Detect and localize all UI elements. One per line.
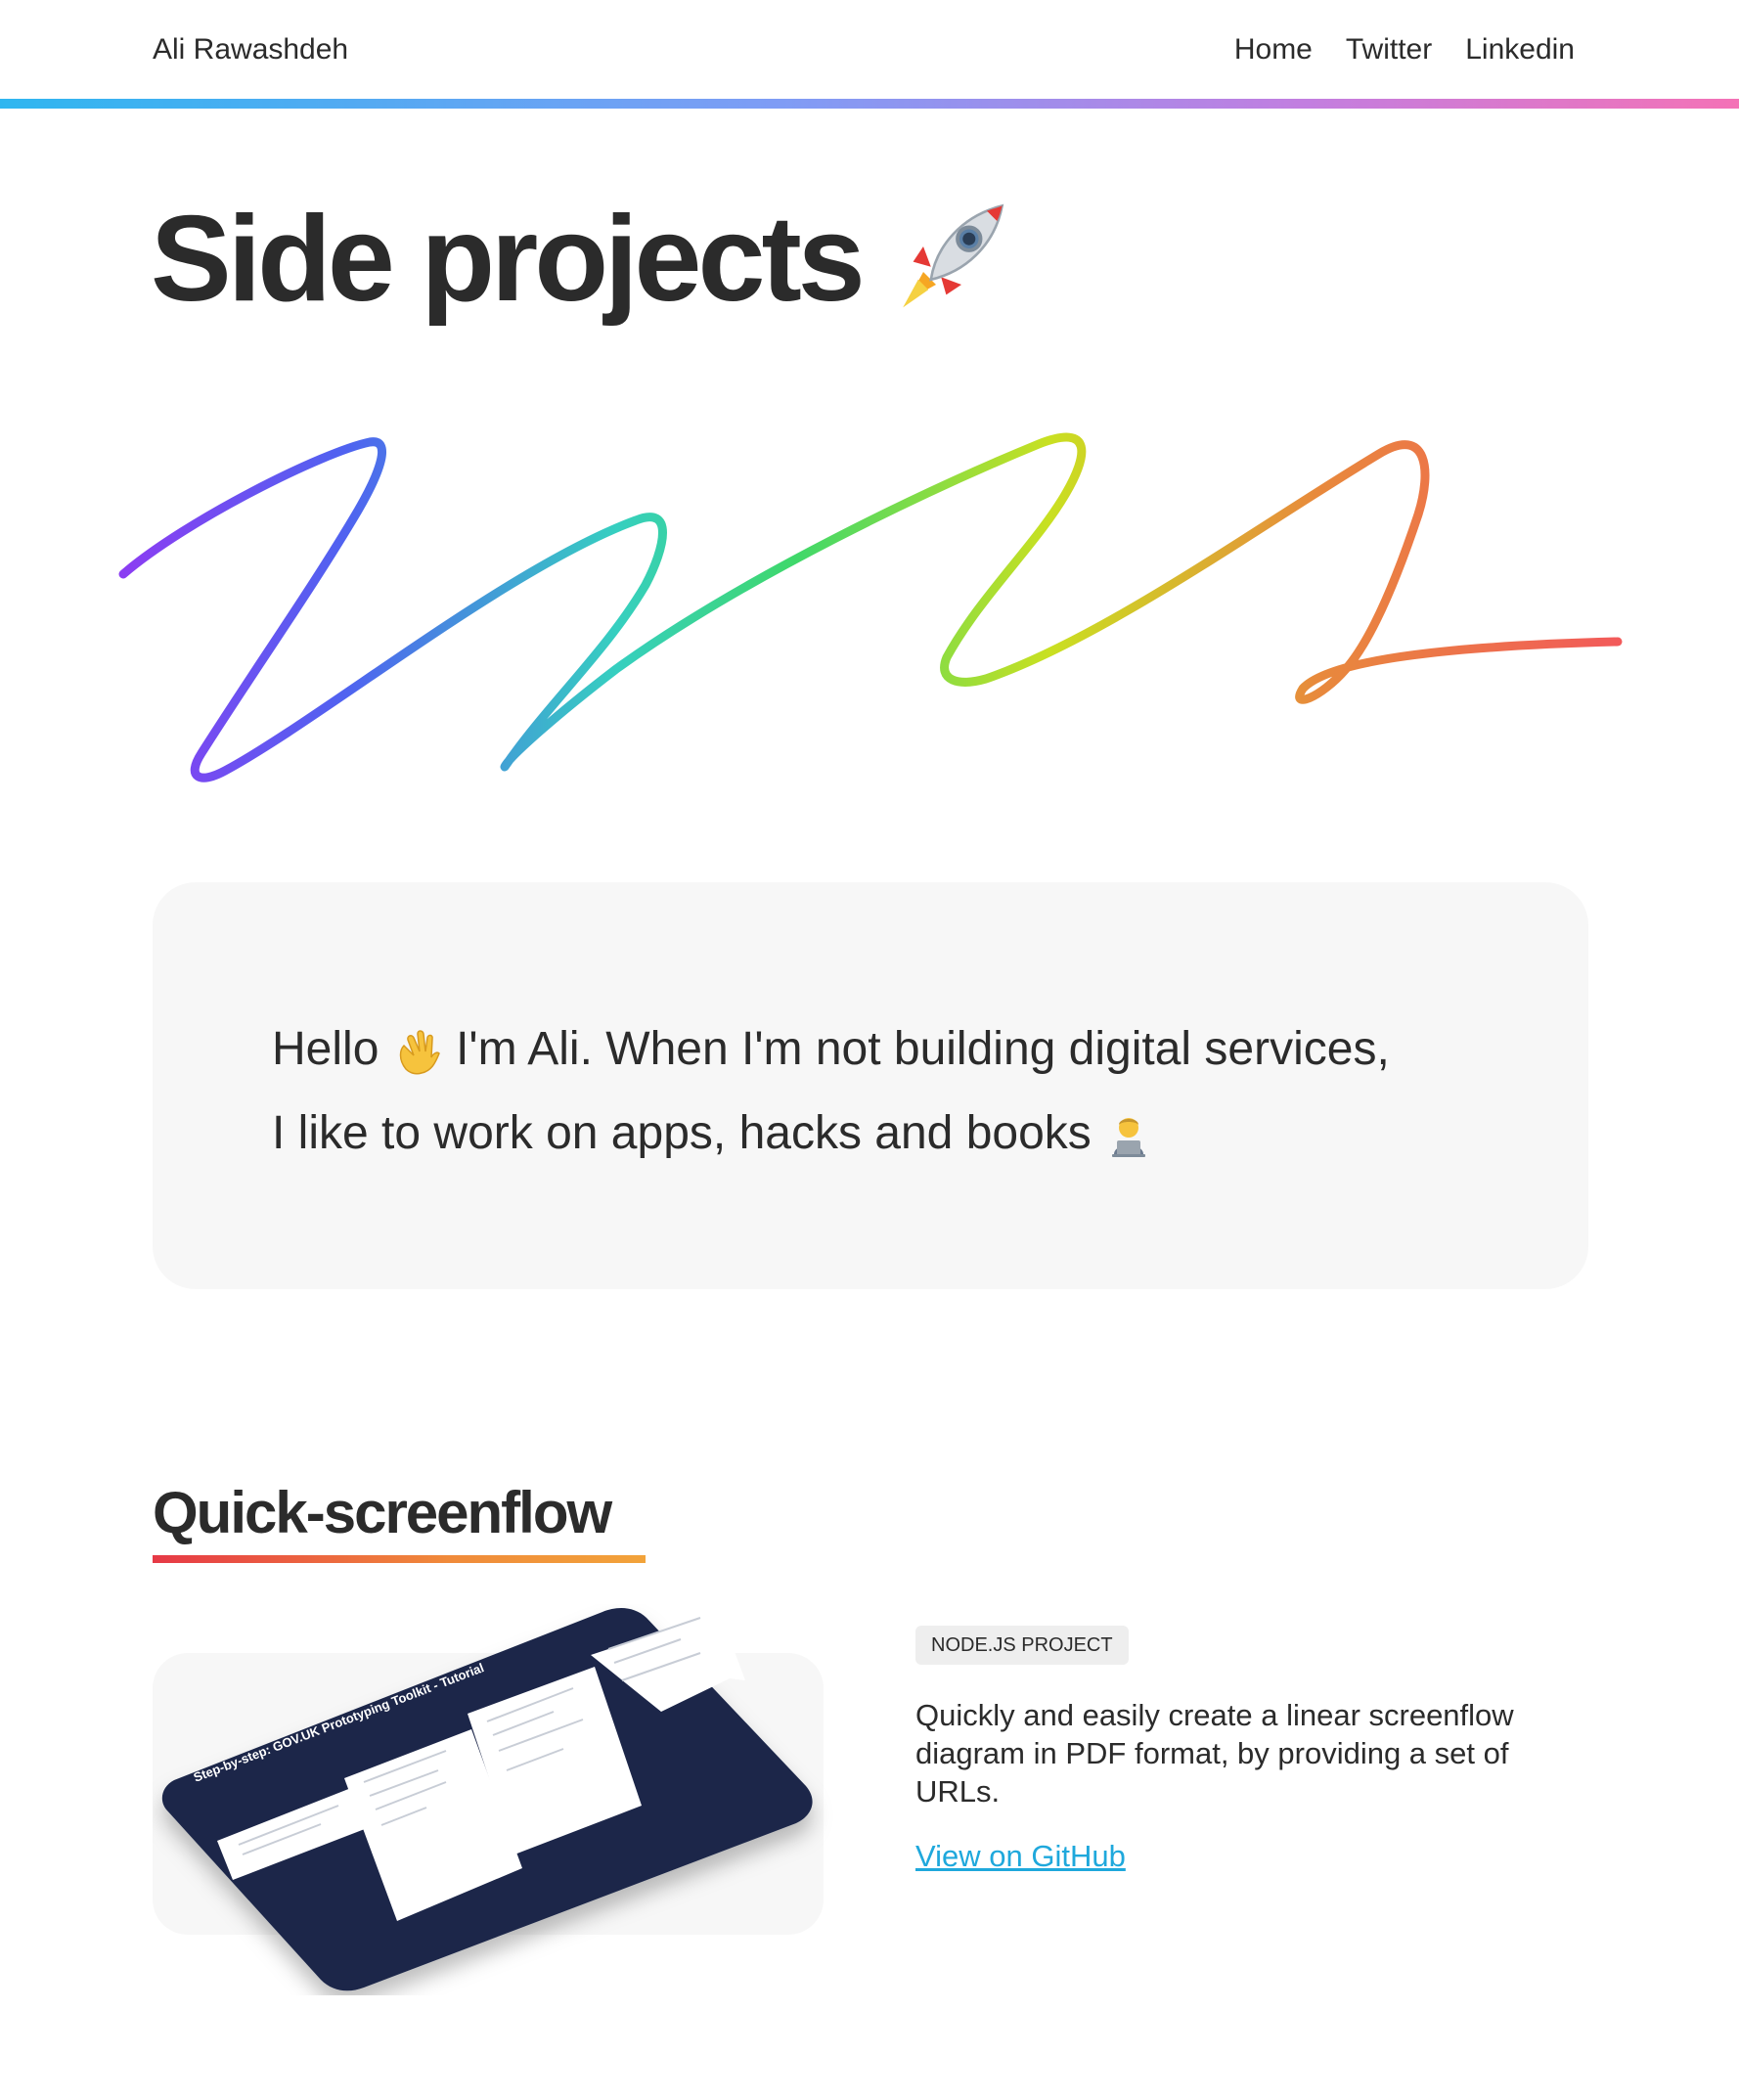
site-name-link[interactable]: Ali Rawashdeh (153, 33, 348, 67)
intro-hello: Hello (272, 1023, 379, 1075)
project-title: Quick-screenflow (153, 1480, 612, 1545)
project-description: Quickly and easily create a linear scree… (915, 1698, 1514, 1809)
project-screenshot-image: Step-by-step: GOV.UK Prototyping Toolkit… (161, 1608, 813, 1991)
decorative-squiggle (118, 432, 1623, 782)
project-title-underline (153, 1555, 646, 1563)
project-type-tag: NODE.JS PROJECT (915, 1626, 1129, 1665)
waving-hand-icon (399, 1030, 440, 1075)
site-header: Ali Rawashdeh Home Twitter Linkedin (0, 0, 1739, 102)
intro-line1: I'm Ali. When I'm not building digital s… (456, 1023, 1390, 1075)
intro-card: Hello I'm Ali. When I'm not building dig… (153, 882, 1588, 1289)
main-nav: Home Twitter Linkedin (1234, 33, 1575, 67)
technologist-icon (1112, 1118, 1146, 1158)
page-title-text: Side projects (151, 192, 866, 327)
nav-twitter-link[interactable]: Twitter (1346, 33, 1432, 67)
header-gradient-bar (0, 99, 1739, 109)
nav-home-link[interactable]: Home (1234, 33, 1313, 67)
rocket-icon (902, 203, 1003, 308)
nav-linkedin-link[interactable]: Linkedin (1465, 33, 1575, 67)
intro-line2: I like to work on apps, hacks and books (272, 1107, 1092, 1159)
view-on-github-link[interactable]: View on GitHub (915, 1839, 1126, 1874)
intro-text: Hello I'm Ali. When I'm not building dig… (272, 1007, 1504, 1176)
page-title: Side projects (151, 196, 1012, 323)
